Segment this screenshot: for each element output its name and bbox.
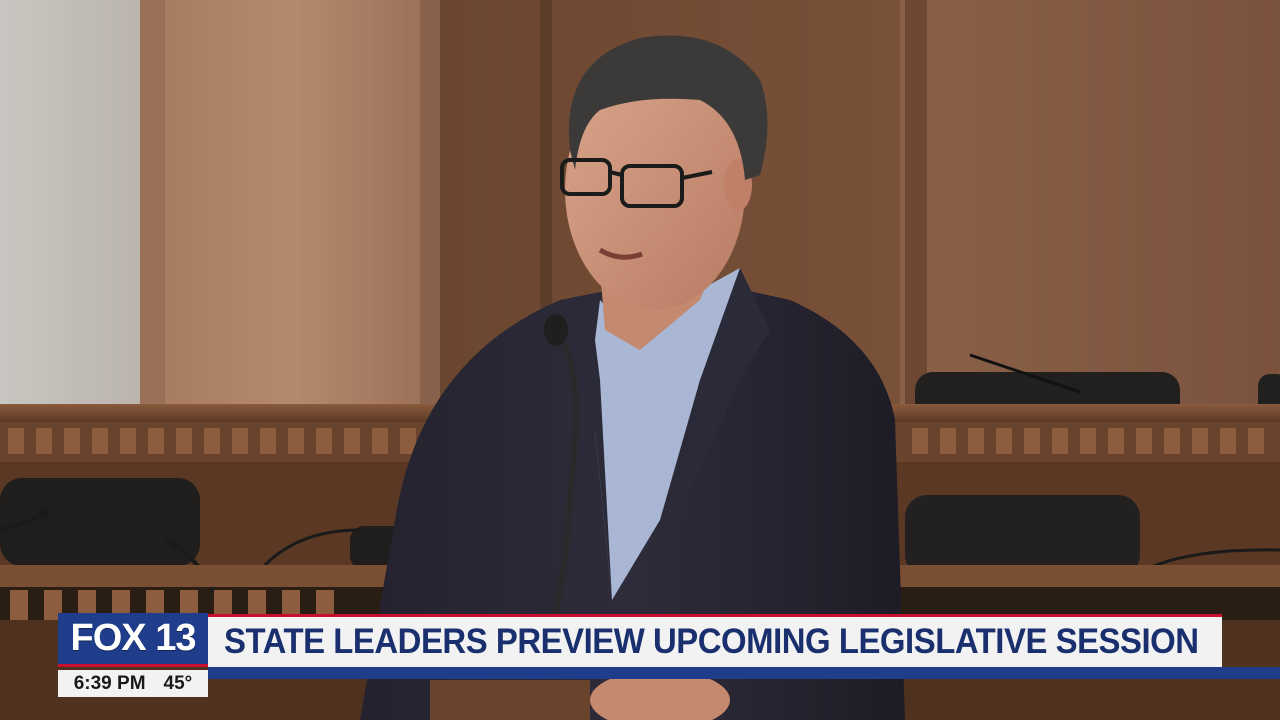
scene-photo [0,0,1280,720]
microphone-icon [544,314,579,621]
